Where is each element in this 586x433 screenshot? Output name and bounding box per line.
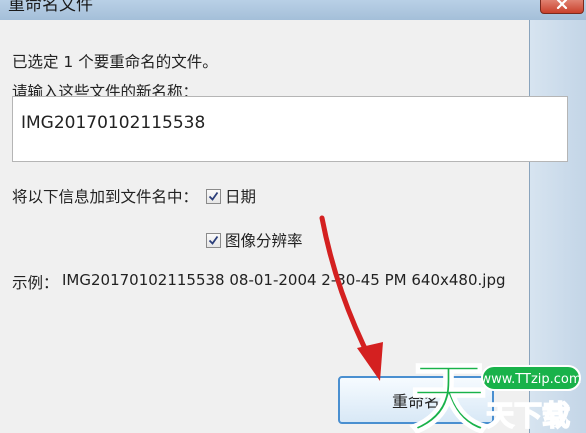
append-info-label: 将以下信息加到文件名中： — [12, 188, 199, 206]
rename-button[interactable]: 重命名 — [338, 376, 494, 424]
resolution-option-label: 图像分辨率 — [225, 232, 303, 250]
window-title: 重命名文件 — [8, 0, 93, 15]
resolution-checkbox[interactable] — [206, 232, 221, 248]
date-option-label: 日期 — [225, 188, 257, 206]
new-name-value: IMG20170102115538 — [21, 113, 206, 133]
checkmark-icon — [208, 235, 219, 245]
selected-info-text: 已选定 1 个要重命名的文件。 — [12, 53, 218, 71]
checkmark-icon — [208, 191, 219, 201]
date-option[interactable]: 日期 — [206, 185, 256, 207]
resolution-option[interactable]: 图像分辨率 — [206, 229, 303, 251]
example-label: 示例： — [12, 274, 59, 292]
example-filename: IMG20170102115538 08-01-2004 2-30-45 PM … — [62, 271, 506, 289]
close-button[interactable] — [540, 0, 584, 14]
close-icon — [556, 0, 568, 9]
title-bar: 重命名文件 — [0, 0, 586, 20]
window-border — [530, 20, 586, 433]
new-name-input[interactable]: IMG20170102115538 — [12, 96, 568, 162]
date-checkbox[interactable] — [206, 188, 221, 204]
